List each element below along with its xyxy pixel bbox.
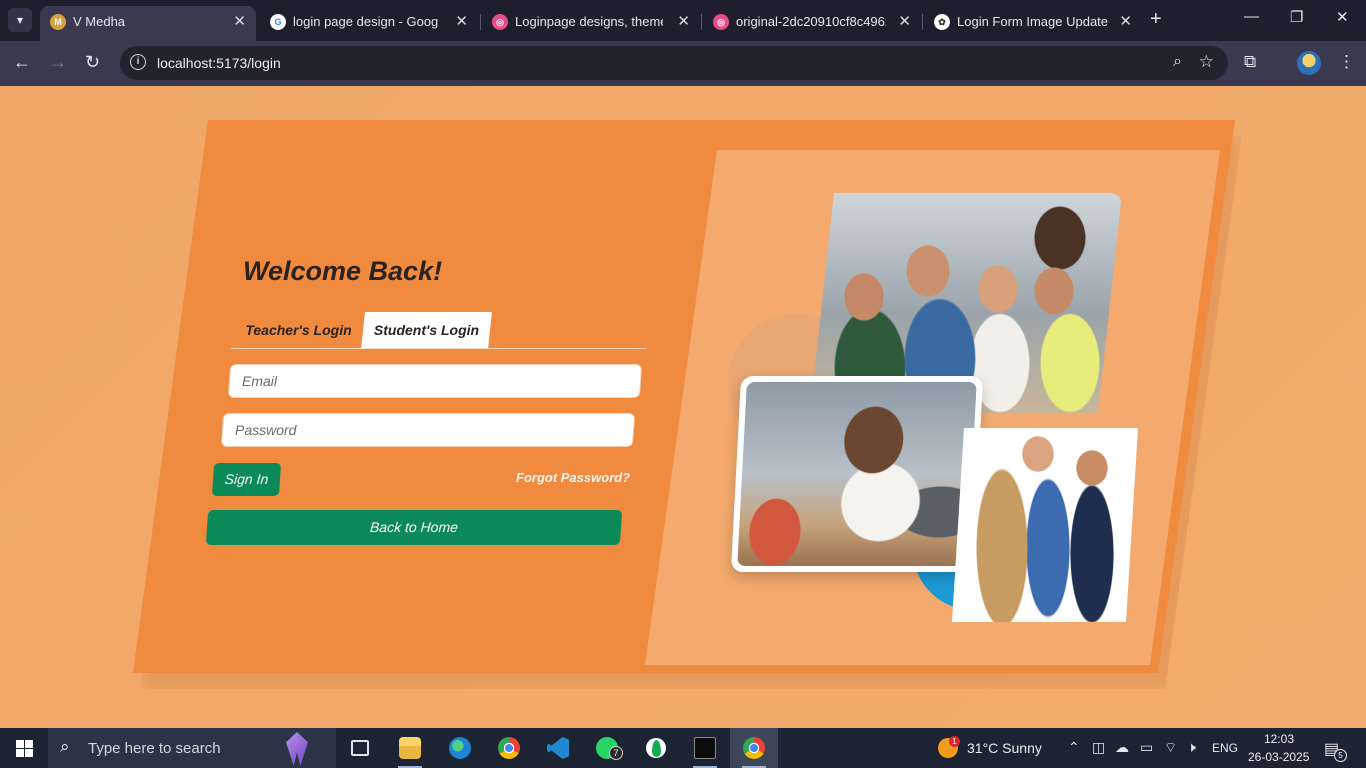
- weather-text[interactable]: 31°C Sunny: [967, 740, 1042, 756]
- tab-divider: [701, 14, 702, 30]
- tab-title: original-2dc20910cf8c496259: [736, 14, 886, 29]
- dribbble-favicon-icon: ◎: [713, 14, 729, 30]
- back-arrow-icon[interactable]: ←: [13, 51, 31, 73]
- tab-dribbble-designs[interactable]: ◎ Loginpage designs, themes, t ✕: [482, 6, 700, 41]
- language-indicator[interactable]: ENG: [1212, 741, 1238, 755]
- edge-glyph: [449, 737, 471, 759]
- close-icon[interactable]: ✕: [898, 12, 911, 30]
- forgot-password-link[interactable]: Forgot Password?: [516, 470, 630, 485]
- forward-arrow-icon[interactable]: →: [49, 51, 67, 73]
- chevron-up-icon[interactable]: ⌃: [1068, 739, 1080, 756]
- zoom-icon[interactable]: ⌕: [1173, 53, 1182, 71]
- window-close-icon[interactable]: ✕: [1336, 8, 1349, 26]
- puzzle-icon[interactable]: ⧉: [1244, 52, 1256, 72]
- password-field[interactable]: [223, 414, 633, 446]
- password-field-wrapper: [220, 413, 636, 447]
- student-laptop-photo: [737, 382, 977, 566]
- tab-strip: ▾ M V Medha ✕ G login page design - Goog…: [0, 0, 1366, 41]
- clock-time[interactable]: 12:03: [1264, 732, 1294, 746]
- browser-toolbar: ← → ↻ i localhost:5173/login ⌕ ☆ ⧉ ⋮: [0, 41, 1366, 86]
- tab-title: login page design - Google S: [293, 14, 439, 29]
- address-bar[interactable]: i localhost:5173/login ⌕ ☆: [120, 46, 1228, 80]
- tab-login-form-update[interactable]: ✿ Login Form Image Update ✕: [924, 6, 1142, 41]
- windows-start-icon[interactable]: [16, 740, 33, 757]
- tab-google-search[interactable]: G login page design - Google S ✕: [260, 6, 478, 41]
- windows-taskbar: ⌕ Type here to search 7 1 31°C Sunny ⌃ ◫…: [0, 728, 1366, 768]
- task-view-glyph: [351, 740, 369, 756]
- tab-divider: [922, 14, 923, 30]
- notification-badge: 5: [1334, 749, 1347, 762]
- tab-title: V Medha: [73, 14, 126, 29]
- info-icon[interactable]: i: [130, 54, 146, 70]
- close-icon[interactable]: ✕: [677, 12, 690, 30]
- profile-avatar[interactable]: [1297, 51, 1321, 75]
- search-icon: ⌕: [60, 737, 70, 756]
- tab-underline: [231, 348, 646, 349]
- awareness-ribbon-icon[interactable]: [286, 732, 308, 766]
- search-placeholder: Type here to search: [88, 740, 221, 757]
- taskbar-search[interactable]: ⌕ Type here to search: [48, 728, 336, 768]
- kebab-menu-icon[interactable]: ⋮: [1338, 52, 1355, 72]
- tab-search-chevron-down-icon[interactable]: ▾: [8, 8, 32, 32]
- tab-student-login[interactable]: Student's Login: [361, 312, 492, 349]
- close-icon[interactable]: ✕: [455, 12, 468, 30]
- vscode-icon[interactable]: [538, 728, 578, 768]
- sign-in-button[interactable]: Sign In: [211, 463, 282, 496]
- email-field-wrapper: [227, 364, 643, 398]
- star-icon[interactable]: ☆: [1199, 52, 1214, 72]
- chrome-glyph: [498, 737, 520, 759]
- camera-icon[interactable]: ◫: [1092, 739, 1105, 756]
- google-favicon-icon: G: [270, 14, 286, 30]
- openai-favicon-icon: ✿: [934, 14, 950, 30]
- tab-title: Login Form Image Update: [957, 14, 1109, 29]
- minimize-icon[interactable]: —: [1244, 8, 1259, 25]
- file-explorer-icon[interactable]: [390, 728, 430, 768]
- leaf-glyph: [652, 740, 661, 757]
- tab-dribbble-original[interactable]: ◎ original-2dc20910cf8c496259 ✕: [703, 6, 921, 41]
- terminal-icon[interactable]: [685, 728, 725, 768]
- folder-glyph: [399, 737, 421, 759]
- login-page: Welcome Back! Teacher's Login Student's …: [0, 86, 1366, 728]
- tab-title: Loginpage designs, themes, t: [515, 14, 663, 29]
- chrome-glyph: [743, 737, 765, 759]
- vscode-glyph: [547, 737, 569, 759]
- task-view-icon[interactable]: [340, 728, 380, 768]
- close-icon[interactable]: ✕: [233, 12, 246, 30]
- edge-icon[interactable]: [440, 728, 480, 768]
- terminal-glyph: [694, 737, 716, 759]
- battery-icon[interactable]: ▭: [1140, 739, 1153, 756]
- wifi-icon[interactable]: ⌔: [1164, 739, 1177, 757]
- tab-v-medha[interactable]: M V Medha ✕: [40, 6, 256, 41]
- tab-teacher-login[interactable]: Teacher's Login: [240, 312, 357, 349]
- reload-icon[interactable]: ↻: [85, 51, 100, 73]
- chrome-icon[interactable]: [489, 728, 529, 768]
- tab-divider: [480, 14, 481, 30]
- chrome-active-icon[interactable]: [730, 728, 778, 768]
- v-medha-favicon-icon: M: [50, 14, 66, 30]
- whatsapp-badge: 7: [609, 746, 623, 760]
- students-books-image: [952, 428, 1138, 622]
- mongodb-icon[interactable]: [636, 728, 676, 768]
- close-icon[interactable]: ✕: [1119, 12, 1132, 30]
- dribbble-favicon-icon: ◎: [492, 14, 508, 30]
- speaker-muted-icon[interactable]: 🕨: [1187, 739, 1196, 756]
- back-to-home-button[interactable]: Back to Home: [205, 510, 623, 545]
- new-tab-plus-icon[interactable]: +: [1150, 8, 1162, 30]
- weather-badge: 1: [949, 736, 960, 747]
- clock-date[interactable]: 26-03-2025: [1248, 750, 1309, 764]
- email-field[interactable]: [230, 365, 640, 397]
- welcome-heading: Welcome Back!: [243, 256, 443, 286]
- url-text[interactable]: localhost:5173/login: [157, 55, 281, 71]
- restore-icon[interactable]: ❐: [1290, 8, 1303, 26]
- cloud-icon[interactable]: ☁: [1115, 739, 1129, 756]
- student-laptop-image: [730, 376, 984, 572]
- whatsapp-icon[interactable]: 7: [587, 728, 627, 768]
